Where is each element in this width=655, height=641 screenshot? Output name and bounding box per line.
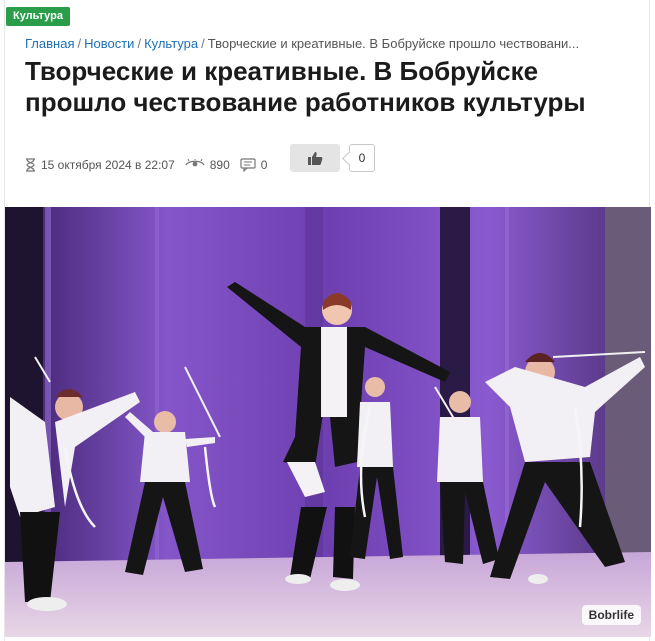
breadcrumb-current: Творческие и креативные. В Бобруйске про…	[207, 36, 580, 51]
comment-icon	[240, 158, 256, 172]
breadcrumb-news[interactable]: Новости	[84, 36, 134, 51]
breadcrumb-separator: /	[137, 36, 142, 51]
date-item: 15 октября 2024 в 22:07	[25, 158, 175, 172]
views-item: 890	[185, 158, 230, 172]
hourglass-icon	[26, 158, 35, 172]
breadcrumb: Главная / Новости / Культура / Творческие и кр…	[25, 36, 635, 51]
thumbs-up-icon	[308, 151, 323, 165]
article-meta: 15 октября 2024 в 22:07 890 0	[25, 158, 277, 172]
eye-icon	[185, 159, 205, 167]
breadcrumb-separator: /	[201, 36, 205, 51]
comments-count: 0	[260, 158, 268, 172]
like-count: 0	[349, 144, 375, 172]
breadcrumb-culture[interactable]: Культура	[144, 36, 198, 51]
photo-watermark: Bobrlife	[581, 605, 641, 625]
publish-date: 15 октября 2024 в 22:07	[41, 158, 175, 172]
comments-item[interactable]: 0	[240, 158, 268, 172]
breadcrumb-separator: /	[77, 36, 82, 51]
category-tag[interactable]: Культура	[6, 7, 70, 26]
breadcrumb-home[interactable]: Главная	[25, 36, 74, 51]
article-card: Культура Главная / Новости / Культура / Творче…	[4, 0, 651, 641]
views-count: 890	[209, 158, 230, 172]
dance-performance-image	[5, 207, 651, 637]
article-photo[interactable]: Bobrlife	[5, 207, 651, 637]
like-button[interactable]	[290, 144, 340, 172]
article-title: Творческие и креативные. В Бобруйске про…	[25, 56, 586, 117]
